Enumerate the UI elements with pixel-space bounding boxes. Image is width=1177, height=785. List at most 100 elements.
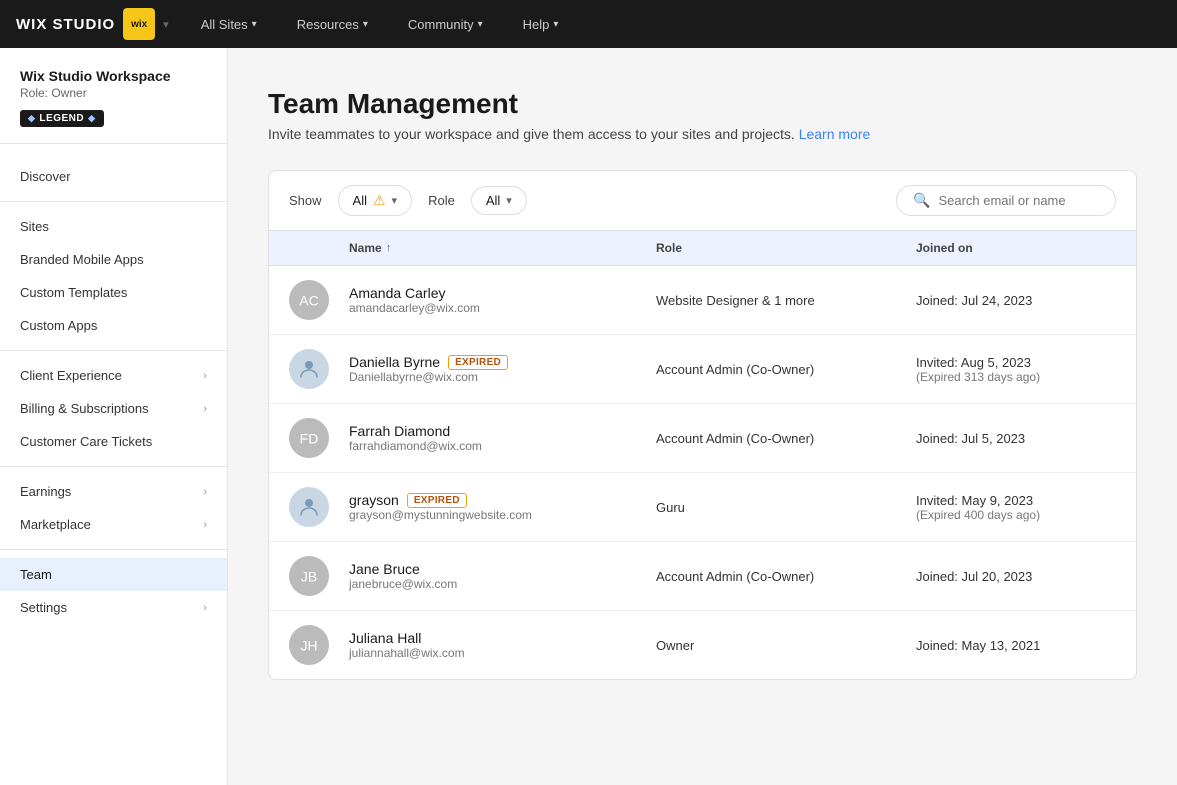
member-role: Guru bbox=[656, 500, 916, 515]
avatar bbox=[289, 487, 349, 527]
avatar: FD bbox=[289, 418, 329, 458]
name-sort-icon: ↑ bbox=[386, 242, 392, 254]
divider-1 bbox=[0, 201, 227, 202]
sidebar-item-branded-mobile-apps[interactable]: Branded Mobile Apps bbox=[0, 243, 227, 276]
expired-badge: EXPIRED bbox=[407, 493, 467, 508]
svg-text:JB: JB bbox=[301, 569, 317, 585]
main-content: Team Management Invite teammates to your… bbox=[228, 48, 1177, 785]
brand-chevron[interactable]: ▾ bbox=[163, 18, 169, 31]
search-box[interactable]: 🔍 bbox=[896, 185, 1116, 216]
member-role: Account Admin (Co-Owner) bbox=[656, 362, 916, 377]
warning-icon: ⚠ bbox=[373, 192, 386, 209]
member-role: Website Designer & 1 more bbox=[656, 293, 916, 308]
table-row[interactable]: Daniella Byrne EXPIRED Daniellabyrne@wix… bbox=[269, 335, 1136, 404]
workspace-info: Wix Studio Workspace Role: Owner ◆ LEGEN… bbox=[0, 48, 227, 144]
member-info: Daniella Byrne EXPIRED Daniellabyrne@wix… bbox=[349, 354, 656, 384]
member-info: Amanda Carley amandacarley@wix.com bbox=[349, 285, 656, 315]
team-table: Name ↑ Role Joined on AC Amanda Carley a… bbox=[268, 230, 1137, 680]
svg-text:AC: AC bbox=[299, 293, 318, 309]
top-nav: WIX STUDIO wix ▾ All Sites ▾ Resources ▾… bbox=[0, 0, 1177, 48]
member-info: Juliana Hall juliannahall@wix.com bbox=[349, 630, 656, 660]
nav-help[interactable]: Help ▾ bbox=[515, 13, 567, 36]
expired-badge: EXPIRED bbox=[448, 355, 508, 370]
divider-4 bbox=[0, 549, 227, 550]
sidebar-item-sites[interactable]: Sites bbox=[0, 210, 227, 243]
table-header: Name ↑ Role Joined on bbox=[269, 231, 1136, 266]
member-email: Daniellabyrne@wix.com bbox=[349, 370, 656, 384]
member-name: grayson EXPIRED bbox=[349, 492, 656, 508]
member-email: amandacarley@wix.com bbox=[349, 301, 656, 315]
table-body: AC Amanda Carley amandacarley@wix.com We… bbox=[269, 266, 1136, 679]
show-filter-value: All bbox=[353, 193, 367, 208]
billing-chevron-icon: › bbox=[203, 403, 207, 415]
table-row[interactable]: AC Amanda Carley amandacarley@wix.com We… bbox=[269, 266, 1136, 335]
page-title: Team Management bbox=[268, 88, 1137, 120]
all-sites-chevron-icon: ▾ bbox=[252, 19, 257, 30]
sidebar-item-discover[interactable]: Discover bbox=[0, 160, 227, 193]
wix-logo-text: wix bbox=[131, 19, 147, 30]
sidebar-item-team[interactable]: Team bbox=[0, 558, 227, 591]
role-filter-dropdown[interactable]: All ▾ bbox=[471, 186, 527, 215]
table-row[interactable]: grayson EXPIRED grayson@mystunningwebsit… bbox=[269, 473, 1136, 542]
brand-logo-area: WIX STUDIO wix ▾ bbox=[16, 8, 169, 40]
marketplace-chevron-icon: › bbox=[203, 519, 207, 531]
sidebar-item-custom-apps[interactable]: Custom Apps bbox=[0, 309, 227, 342]
client-experience-chevron-icon: › bbox=[203, 370, 207, 382]
member-role: Account Admin (Co-Owner) bbox=[656, 431, 916, 446]
diamond-right-icon: ◆ bbox=[88, 113, 95, 124]
avatar: JB bbox=[289, 556, 329, 596]
member-role: Owner bbox=[656, 638, 916, 653]
divider-3 bbox=[0, 466, 227, 467]
role-filter-value: All bbox=[486, 193, 500, 208]
resources-chevron-icon: ▾ bbox=[363, 19, 368, 30]
search-icon: 🔍 bbox=[913, 192, 930, 209]
sidebar-item-customer-care-tickets[interactable]: Customer Care Tickets bbox=[0, 425, 227, 458]
table-row[interactable]: JH Juliana Hall juliannahall@wix.com Own… bbox=[269, 611, 1136, 679]
legend-badge: ◆ LEGEND ◆ bbox=[20, 110, 104, 127]
member-email: farrahdiamond@wix.com bbox=[349, 439, 656, 453]
table-row[interactable]: FD Farrah Diamond farrahdiamond@wix.com … bbox=[269, 404, 1136, 473]
earnings-chevron-icon: › bbox=[203, 486, 207, 498]
member-joined: Invited: Aug 5, 2023(Expired 313 days ag… bbox=[916, 355, 1116, 384]
nav-resources[interactable]: Resources ▾ bbox=[289, 13, 376, 36]
wix-logo: wix bbox=[123, 8, 155, 40]
name-header[interactable]: Name ↑ bbox=[349, 241, 656, 255]
member-name: Amanda Carley bbox=[349, 285, 656, 301]
role-label: Role bbox=[428, 193, 455, 208]
member-joined: Joined: Jul 5, 2023 bbox=[916, 431, 1116, 446]
member-name: Daniella Byrne EXPIRED bbox=[349, 354, 656, 370]
learn-more-link[interactable]: Learn more bbox=[799, 126, 871, 142]
sidebar-main-section: Discover Sites Branded Mobile Apps Custo… bbox=[0, 144, 227, 632]
member-email: janebruce@wix.com bbox=[349, 577, 656, 591]
member-name: Juliana Hall bbox=[349, 630, 656, 646]
avatar bbox=[289, 487, 329, 527]
page-subtitle: Invite teammates to your workspace and g… bbox=[268, 126, 1137, 142]
role-header: Role bbox=[656, 241, 916, 255]
sidebar-item-marketplace[interactable]: Marketplace › bbox=[0, 508, 227, 541]
badge-text: LEGEND bbox=[39, 113, 84, 124]
brand-name: WIX STUDIO bbox=[16, 16, 115, 33]
role-filter-chevron-icon: ▾ bbox=[506, 194, 512, 207]
sidebar-item-settings[interactable]: Settings › bbox=[0, 591, 227, 624]
sidebar-item-custom-templates[interactable]: Custom Templates bbox=[0, 276, 227, 309]
member-info: Jane Bruce janebruce@wix.com bbox=[349, 561, 656, 591]
avatar: AC bbox=[289, 280, 349, 320]
workspace-role: Role: Owner bbox=[20, 86, 207, 100]
member-info: Farrah Diamond farrahdiamond@wix.com bbox=[349, 423, 656, 453]
nav-all-sites[interactable]: All Sites ▾ bbox=[193, 13, 265, 36]
member-joined: Joined: Jul 24, 2023 bbox=[916, 293, 1116, 308]
search-input[interactable] bbox=[938, 193, 1098, 208]
avatar: JB bbox=[289, 556, 349, 596]
avatar: FD bbox=[289, 418, 349, 458]
sidebar-item-client-experience[interactable]: Client Experience › bbox=[0, 359, 227, 392]
help-chevron-icon: ▾ bbox=[553, 19, 558, 30]
member-joined: Invited: May 9, 2023(Expired 400 days ag… bbox=[916, 493, 1116, 522]
member-joined: Joined: May 13, 2021 bbox=[916, 638, 1116, 653]
avatar: JH bbox=[289, 625, 349, 665]
nav-community[interactable]: Community ▾ bbox=[400, 13, 491, 36]
sidebar-item-earnings[interactable]: Earnings › bbox=[0, 475, 227, 508]
show-filter-chevron-icon: ▾ bbox=[392, 194, 398, 207]
table-row[interactable]: JB Jane Bruce janebruce@wix.com Account … bbox=[269, 542, 1136, 611]
show-filter-dropdown[interactable]: All ⚠ ▾ bbox=[338, 185, 413, 216]
sidebar-item-billing-subscriptions[interactable]: Billing & Subscriptions › bbox=[0, 392, 227, 425]
